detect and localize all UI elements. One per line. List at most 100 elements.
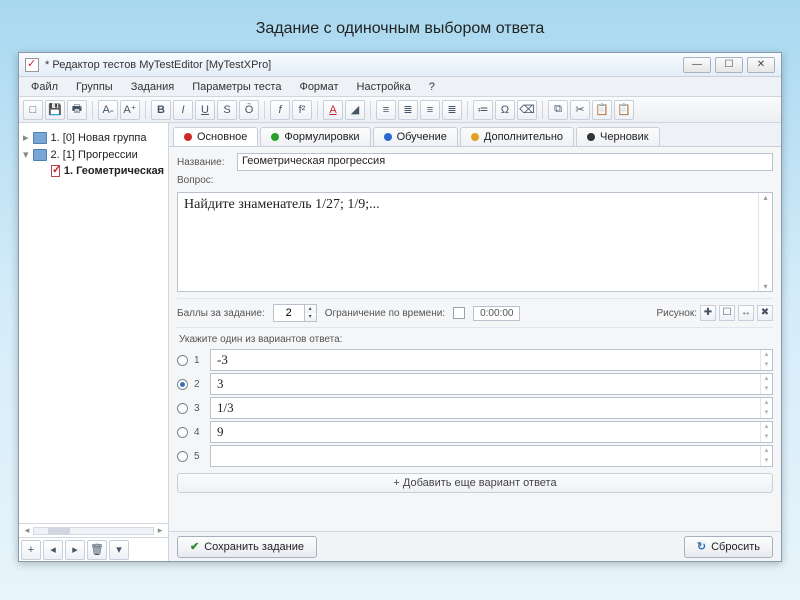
align-right-icon[interactable]: ≡ <box>420 100 440 120</box>
reset-button[interactable]: ↻ Сбросить <box>684 536 773 558</box>
print-icon[interactable]: 🖶 <box>67 100 87 120</box>
menu-tasks[interactable]: Задания <box>123 79 182 95</box>
tab-label: Формулировки <box>284 131 359 143</box>
image-swap-icon[interactable]: ↔ <box>738 305 754 321</box>
main-panel: Основное Формулировки Обучение Дополните… <box>169 123 781 561</box>
tab-draft[interactable]: Черновик <box>576 127 660 146</box>
answers-list: 1 -3▴▾ 2 3▴▾ 3 1/3▴▾ 4 9▴▾ <box>177 349 773 467</box>
cut-icon[interactable]: ✂ <box>570 100 590 120</box>
points-stepper[interactable]: ▴▾ <box>273 304 317 322</box>
menu-groups[interactable]: Группы <box>68 79 121 95</box>
image-remove-icon[interactable]: ✖ <box>757 305 773 321</box>
titlebar: * Редактор тестов MyTestEditor [MyTestXP… <box>19 53 781 77</box>
symbol-icon[interactable]: Ω <box>495 100 515 120</box>
menu-format[interactable]: Формат <box>291 79 346 95</box>
paste2-icon[interactable]: 📋 <box>614 100 634 120</box>
tab-formulations[interactable]: Формулировки <box>260 127 370 146</box>
menu-settings[interactable]: Настройка <box>349 79 419 95</box>
image-add-icon[interactable]: ✚ <box>700 305 716 321</box>
clear-icon[interactable]: ⌫ <box>517 100 537 120</box>
save-button[interactable]: ✔ Сохранить задание <box>177 536 317 558</box>
answer-radio[interactable] <box>177 403 188 414</box>
tree-group-1[interactable]: ▸ 1. [0] Новая группа <box>23 129 164 146</box>
menu-help[interactable]: ? <box>421 79 443 95</box>
add-answer-button[interactable]: + Добавить еще вариант ответа <box>177 473 773 493</box>
answer-num: 3 <box>194 403 204 414</box>
bottom-bar: ✔ Сохранить задание ↻ Сбросить <box>169 531 781 561</box>
font-color-icon[interactable]: A <box>323 100 343 120</box>
slide-title: Задание с одиночным выбором ответа <box>0 0 800 52</box>
delete-icon[interactable]: 🗑 <box>87 540 107 560</box>
nav-left-icon[interactable]: ◂ <box>43 540 63 560</box>
align-justify-icon[interactable]: ≣ <box>442 100 462 120</box>
answer-radio[interactable] <box>177 427 188 438</box>
tab-label: Обучение <box>397 131 447 143</box>
folder-icon <box>33 132 47 144</box>
dot-icon <box>384 133 392 141</box>
answer-radio[interactable] <box>177 379 188 390</box>
image-place-icon[interactable]: ☐ <box>719 305 735 321</box>
answer-input[interactable]: 1/3▴▾ <box>210 397 773 419</box>
reset-icon: ↻ <box>697 540 706 553</box>
app-icon <box>25 58 39 72</box>
name-input[interactable]: Геометрическая прогрессия <box>237 153 773 171</box>
add-icon[interactable]: + <box>21 540 41 560</box>
answer-row: 4 9▴▾ <box>177 421 773 443</box>
answer-row: 3 1/3▴▾ <box>177 397 773 419</box>
more-icon[interactable]: ▾ <box>109 540 129 560</box>
tab-label: Черновик <box>600 131 649 143</box>
answer-radio[interactable] <box>177 451 188 462</box>
tree-task-1[interactable]: 1. Геометрическая <box>23 163 164 179</box>
answer-radio[interactable] <box>177 355 188 366</box>
nav-right-icon[interactable]: ▸ <box>65 540 85 560</box>
strike-icon[interactable]: S <box>217 100 237 120</box>
dot-icon <box>271 133 279 141</box>
sidebar-hscroll[interactable]: ◂▸ <box>19 523 168 537</box>
menu-file[interactable]: Файл <box>23 79 66 95</box>
answer-input[interactable]: 9▴▾ <box>210 421 773 443</box>
save-label: Сохранить задание <box>204 541 304 553</box>
answer-input[interactable]: 3▴▾ <box>210 373 773 395</box>
app-window: * Редактор тестов MyTestEditor [MyTestXP… <box>18 52 782 562</box>
vscroll[interactable]: ▴▾ <box>758 193 772 291</box>
tab-extra[interactable]: Дополнительно <box>460 127 574 146</box>
overline-icon[interactable]: Ō <box>239 100 259 120</box>
question-textarea[interactable]: Найдите знаменатель 1/27; 1/9;... ▴▾ <box>177 192 773 292</box>
time-input[interactable]: 0:00:00 <box>473 306 520 321</box>
underline-icon[interactable]: U <box>195 100 215 120</box>
tree-group-2[interactable]: ▾ 2. [1] Прогрессии <box>23 146 164 163</box>
menu-testparams[interactable]: Параметры теста <box>184 79 289 95</box>
points-input[interactable] <box>273 304 305 322</box>
answer-input[interactable]: ▴▾ <box>210 445 773 467</box>
bold-icon[interactable]: B <box>151 100 171 120</box>
function-icon[interactable]: f <box>270 100 290 120</box>
new-icon[interactable]: □ <box>23 100 43 120</box>
tree-label: 1. [0] Новая группа <box>51 132 147 144</box>
sidebar-toolbar: + ◂ ▸ 🗑 ▾ <box>19 537 168 561</box>
answer-row: 2 3▴▾ <box>177 373 773 395</box>
tab-main[interactable]: Основное <box>173 127 258 146</box>
copy-icon[interactable]: ⧉ <box>548 100 568 120</box>
answer-input[interactable]: -3▴▾ <box>210 349 773 371</box>
tree-label: 1. Геометрическая <box>64 165 164 177</box>
font-larger-icon[interactable]: A⁺ <box>120 100 140 120</box>
maximize-button[interactable]: ☐ <box>715 57 743 73</box>
window-title: * Редактор тестов MyTestEditor [MyTestXP… <box>45 59 271 71</box>
font-smaller-icon[interactable]: A˗ <box>98 100 118 120</box>
list-icon[interactable]: ≔ <box>473 100 493 120</box>
close-button[interactable]: ✕ <box>747 57 775 73</box>
minimize-button[interactable]: — <box>683 57 711 73</box>
timelimit-checkbox[interactable] <box>453 307 465 319</box>
settings-bar: Баллы за задание: ▴▾ Ограничение по врем… <box>177 298 773 328</box>
align-center-icon[interactable]: ≣ <box>398 100 418 120</box>
dot-icon <box>587 133 595 141</box>
align-left-icon[interactable]: ≡ <box>376 100 396 120</box>
menubar: Файл Группы Задания Параметры теста Форм… <box>19 77 781 97</box>
save-icon[interactable]: 💾 <box>45 100 65 120</box>
paste-icon[interactable]: 📋 <box>592 100 612 120</box>
highlight-icon[interactable]: ◢ <box>345 100 365 120</box>
italic-icon[interactable]: I <box>173 100 193 120</box>
answer-num: 5 <box>194 451 204 462</box>
superscript-icon[interactable]: f² <box>292 100 312 120</box>
tab-learning[interactable]: Обучение <box>373 127 458 146</box>
